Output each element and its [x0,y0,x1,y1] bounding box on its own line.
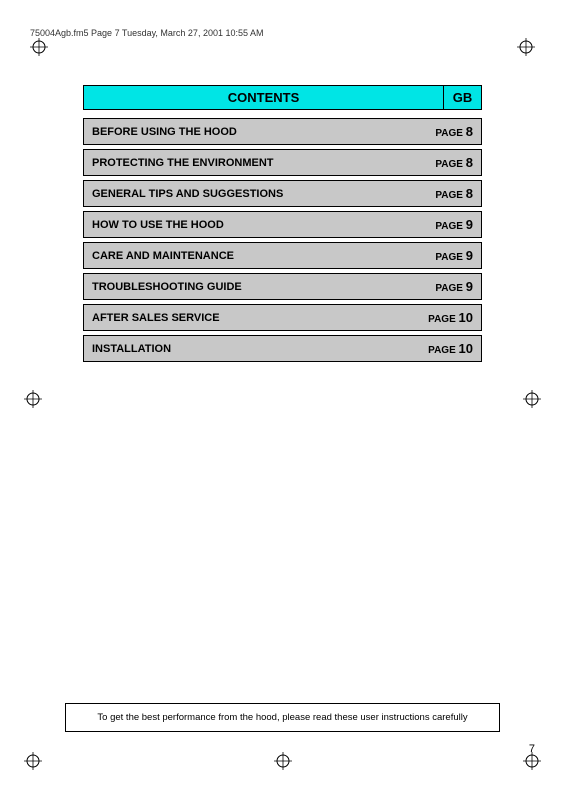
contents-header: CONTENTS GB [83,85,482,110]
toc-row: HOW TO USE THE HOODPAGE 9 [83,211,482,238]
contents-gb: GB [444,85,482,110]
toc-row-label: PROTECTING THE ENVIRONMENT [84,152,421,174]
toc-row-label: GENERAL TIPS AND SUGGESTIONS [84,183,421,205]
toc-page-number: 9 [466,217,473,232]
toc-row-page: PAGE 9 [421,274,481,299]
header-line: 75004Agb.fm5 Page 7 Tuesday, March 27, 2… [30,28,535,38]
toc-row: CARE AND MAINTENANCEPAGE 9 [83,242,482,269]
toc-row: GENERAL TIPS AND SUGGESTIONSPAGE 8 [83,180,482,207]
crosshair-top-right [517,38,535,56]
toc-row-page: PAGE 10 [420,305,481,330]
toc-row-label: INSTALLATION [84,338,420,360]
toc-row: BEFORE USING THE HOODPAGE 8 [83,118,482,145]
toc-row: INSTALLATIONPAGE 10 [83,335,482,362]
toc-table: BEFORE USING THE HOODPAGE 8PROTECTING TH… [83,118,482,362]
toc-row-page: PAGE 9 [421,243,481,268]
toc-row-label: AFTER SALES SERVICE [84,307,420,329]
toc-row-label: CARE AND MAINTENANCE [84,245,421,267]
toc-row: TROUBLESHOOTING GUIDEPAGE 9 [83,273,482,300]
content-area: CONTENTS GB BEFORE USING THE HOODPAGE 8P… [83,85,482,366]
toc-page-number: 8 [466,124,473,139]
crosshair-top-left [30,38,48,56]
crosshair-bot-right [523,752,541,770]
toc-row-page: PAGE 9 [421,212,481,237]
toc-page-number: 8 [466,155,473,170]
bottom-note-text: To get the best performance from the hoo… [97,712,467,723]
crosshair-mid-right [523,390,541,408]
toc-page-number: 8 [466,186,473,201]
toc-page-number: 9 [466,279,473,294]
toc-row: AFTER SALES SERVICEPAGE 10 [83,304,482,331]
toc-row-page: PAGE 8 [421,181,481,206]
toc-page-number: 10 [459,310,473,325]
toc-row-label: TROUBLESHOOTING GUIDE [84,276,421,298]
toc-page-number: 9 [466,248,473,263]
toc-row-page: PAGE 8 [421,119,481,144]
crosshair-mid-left [24,390,42,408]
page-container: 75004Agb.fm5 Page 7 Tuesday, March 27, 2… [0,0,565,800]
header-filename: 75004Agb.fm5 Page 7 Tuesday, March 27, 2… [30,28,264,38]
toc-row: PROTECTING THE ENVIRONMENTPAGE 8 [83,149,482,176]
contents-title: CONTENTS [83,85,444,110]
bottom-note: To get the best performance from the hoo… [65,703,500,732]
toc-page-number: 10 [459,341,473,356]
crosshair-bot-mid [274,752,292,770]
toc-row-label: HOW TO USE THE HOOD [84,214,421,236]
toc-row-page: PAGE 8 [421,150,481,175]
toc-row-label: BEFORE USING THE HOOD [84,121,421,143]
crosshair-bot-left [24,752,42,770]
toc-row-page: PAGE 10 [420,336,481,361]
